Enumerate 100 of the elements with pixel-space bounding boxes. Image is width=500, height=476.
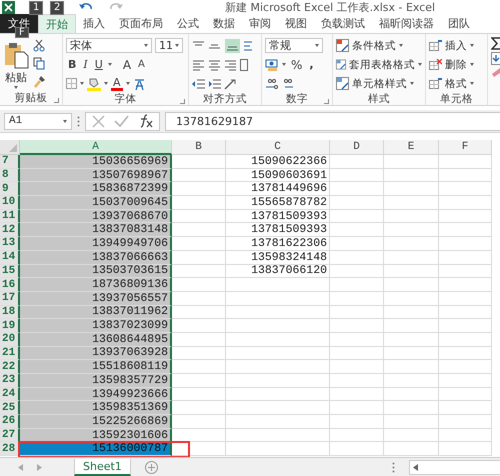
group-label: 剪贴板 <box>14 91 48 105</box>
sum-icon[interactable] <box>491 37 500 50</box>
row-header[interactable]: 17 <box>0 292 20 306</box>
row-header[interactable]: 20 <box>0 332 20 347</box>
format-painter-icon[interactable] <box>33 75 46 88</box>
cells-menu-button[interactable]: 删除 <box>445 58 467 72</box>
sheet-tab[interactable]: Sheet1 <box>74 458 131 476</box>
row-header[interactable]: 24 <box>0 388 20 402</box>
row-header[interactable]: 19 <box>0 319 20 333</box>
row-header[interactable]: 13 <box>0 237 20 251</box>
paste-button[interactable]: 粘贴 <box>3 37 29 91</box>
copy-icon[interactable] <box>33 57 45 70</box>
cells-menu-button[interactable]: 格式 <box>445 76 467 90</box>
font-name-field[interactable]: 宋体 <box>66 38 152 53</box>
font-color-button[interactable]: A <box>111 76 123 90</box>
table-cell <box>384 388 439 402</box>
font-size-field[interactable]: 11 <box>155 38 183 53</box>
wrap-text-icon[interactable] <box>244 40 252 52</box>
bottom-align-icon[interactable] <box>225 38 240 52</box>
formula-field[interactable]: 13781629187 <box>165 112 500 130</box>
styles-menu-button[interactable]: 套用表格格式 <box>349 58 415 72</box>
shrink-font-button[interactable]: A <box>136 58 147 72</box>
row-header[interactable]: 16 <box>0 278 20 292</box>
undo-icon[interactable] <box>79 2 93 12</box>
row-header[interactable]: 18 <box>0 306 20 320</box>
scroll-left-icon[interactable] <box>413 464 418 470</box>
table-cell <box>172 292 226 306</box>
fill-color-icon[interactable] <box>87 76 101 90</box>
comma-button[interactable]: , <box>307 58 316 72</box>
row-header[interactable]: 21 <box>0 346 20 360</box>
ribbon-tab[interactable]: 审阅 <box>242 14 278 33</box>
table-cell: 13598324148 <box>226 250 330 264</box>
row-header[interactable]: 12 <box>0 223 20 238</box>
row-header[interactable]: 7 <box>0 155 20 169</box>
table-cell <box>439 442 492 456</box>
table-cell: 13781509393 <box>226 223 330 238</box>
align-right-icon[interactable] <box>224 58 237 70</box>
column-header[interactable]: D <box>330 140 384 155</box>
scissors-icon[interactable] <box>33 39 45 52</box>
ribbon-tab[interactable]: 数据 <box>206 14 242 33</box>
table-cell <box>384 237 439 251</box>
italic-button[interactable]: I <box>81 58 90 72</box>
percent-button[interactable]: % <box>289 58 304 72</box>
name-box[interactable]: A1 <box>4 112 72 130</box>
row-header[interactable]: 26 <box>0 415 20 429</box>
ribbon-tab[interactable]: 视图 <box>278 14 314 33</box>
ribbon-tab[interactable]: 负载测试 <box>314 14 372 33</box>
row-header[interactable]: 28 <box>0 442 20 456</box>
ribbon-tab[interactable]: 插入 <box>76 14 112 33</box>
row-header[interactable]: 11 <box>0 210 20 224</box>
drag-handle-icon[interactable] <box>392 462 395 472</box>
table-cell: 13507698967 <box>20 168 172 182</box>
row-header[interactable]: 9 <box>0 182 20 196</box>
dialog-launcher-icon[interactable] <box>54 98 59 103</box>
dialog-launcher-icon[interactable] <box>180 99 185 104</box>
styles-menu-button[interactable]: 单元格样式 <box>352 76 407 90</box>
bold-button[interactable]: B <box>66 58 78 72</box>
cells-menu-button[interactable]: 插入 <box>445 38 467 52</box>
column-header[interactable]: F <box>439 140 492 155</box>
row-header[interactable]: 8 <box>0 168 20 182</box>
ribbon-tab[interactable]: 页面布局 <box>112 14 170 33</box>
merge-icon[interactable] <box>240 58 248 70</box>
currency-icon[interactable] <box>265 58 279 70</box>
table-cell <box>439 292 492 306</box>
increase-indent-icon[interactable] <box>208 78 221 90</box>
ribbon-tab[interactable]: 福昕阅读器 <box>372 14 441 33</box>
dialog-launcher-icon[interactable] <box>324 99 329 104</box>
phonetic-icon[interactable] <box>132 76 146 90</box>
styles-menu-button[interactable]: 条件格式 <box>352 38 396 52</box>
table-cell: 13837083148 <box>20 223 172 238</box>
border-icon[interactable] <box>66 78 77 89</box>
decrease-indent-icon[interactable] <box>192 78 205 90</box>
function-icon[interactable] <box>138 114 153 128</box>
row-header[interactable]: 10 <box>0 196 20 210</box>
drag-handle-icon[interactable] <box>77 116 80 126</box>
orientation-icon[interactable] <box>224 78 236 90</box>
ribbon-tab[interactable]: 公式 <box>170 14 206 33</box>
row-header[interactable]: 22 <box>0 360 20 374</box>
number-format-field[interactable]: 常规 <box>265 38 323 53</box>
horizontal-scrollbar[interactable] <box>409 460 500 474</box>
fill-down-icon[interactable] <box>491 52 500 65</box>
row-header[interactable]: 23 <box>0 374 20 388</box>
row-header[interactable]: 14 <box>0 250 20 264</box>
ribbon-tab[interactable]: 开始 <box>38 14 76 33</box>
table-cell <box>384 250 439 264</box>
row-header[interactable]: 25 <box>0 401 20 416</box>
table-cell <box>172 360 226 374</box>
increase-decimal-icon[interactable] <box>265 78 278 90</box>
align-left-icon[interactable] <box>192 58 205 70</box>
underline-button[interactable]: U <box>92 58 105 72</box>
row-header[interactable]: 27 <box>0 428 20 442</box>
column-header[interactable]: E <box>384 140 439 155</box>
column-header[interactable]: B <box>172 140 226 155</box>
grow-font-button[interactable]: A <box>120 58 134 72</box>
column-header[interactable]: A <box>20 140 172 155</box>
align-center-icon[interactable] <box>208 58 221 70</box>
column-header[interactable]: C <box>226 140 330 155</box>
ribbon-tab[interactable]: 团队 <box>441 14 477 33</box>
row-header[interactable]: 15 <box>0 264 20 278</box>
decrease-decimal-icon[interactable] <box>281 78 294 90</box>
